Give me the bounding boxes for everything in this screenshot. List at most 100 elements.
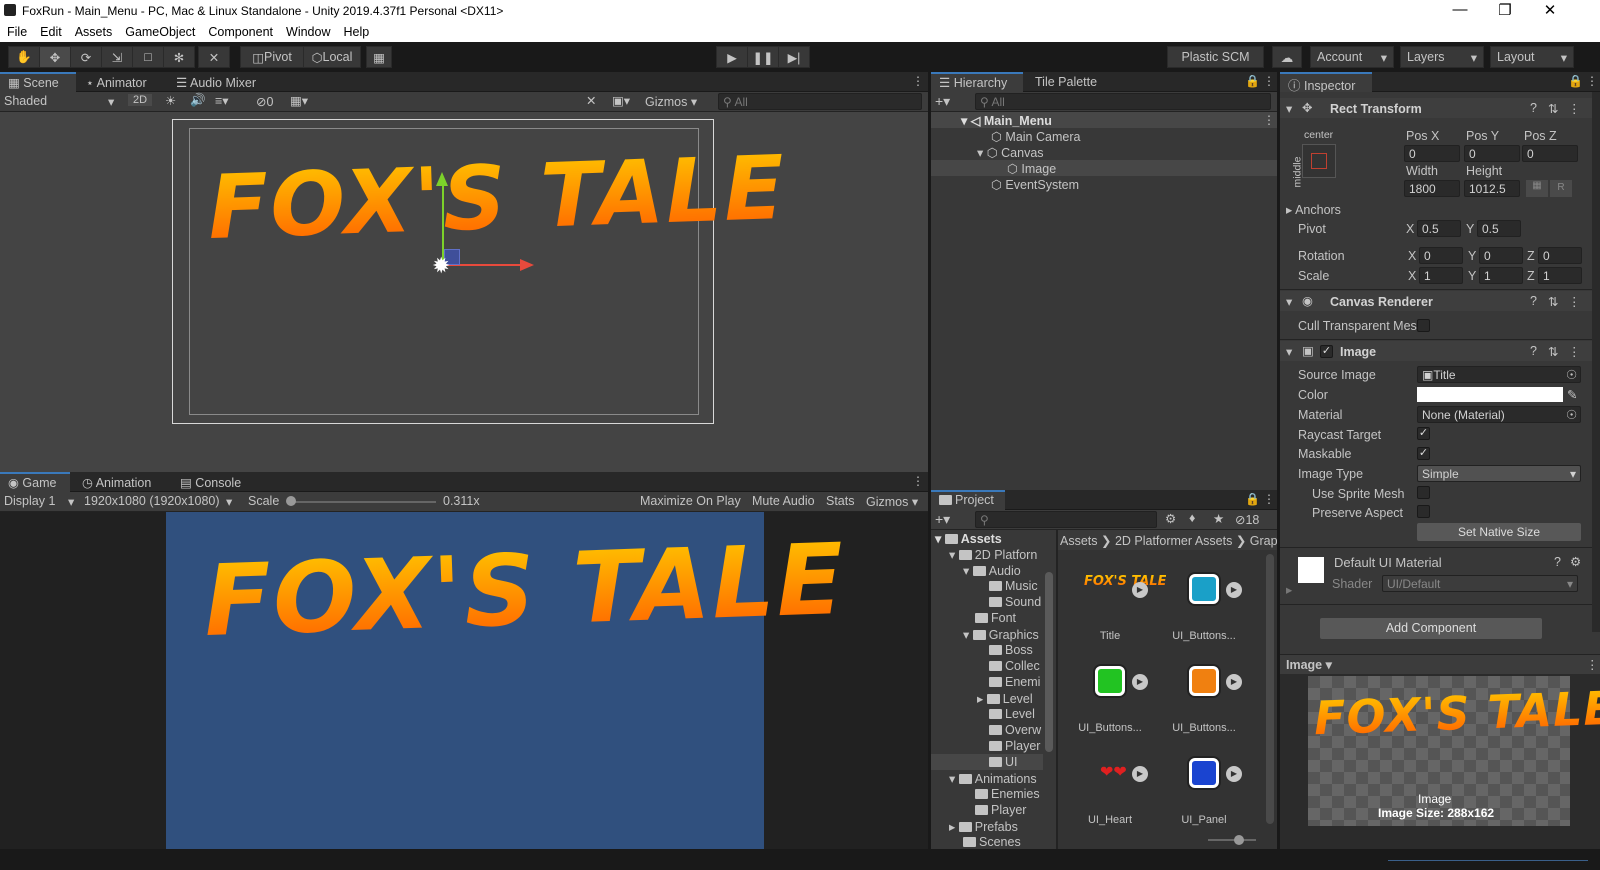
tree-item[interactable]: Enemi (989, 675, 1040, 689)
resolution-dropdown[interactable]: 1920x1080 (1920x1080) ▾ (84, 494, 238, 509)
more-icon[interactable]: ⋮ (1263, 492, 1275, 506)
minimize-icon[interactable]: — (1440, 1, 1480, 18)
help-icon[interactable]: ? (1530, 294, 1537, 308)
favorite-icon[interactable]: ★ (1213, 511, 1224, 526)
menu-edit[interactable]: Edit (33, 22, 68, 39)
rotation-z-field[interactable]: 0 (1538, 247, 1582, 264)
effects-icon[interactable]: ≡▾ (215, 93, 229, 108)
tree-item[interactable]: ▸ Prefabs (949, 819, 1018, 834)
breadcrumb-item[interactable]: Assets (1060, 534, 1098, 548)
lock-icon[interactable]: 🔒 (1245, 74, 1260, 88)
tree-item[interactable]: Level (989, 707, 1035, 721)
breadcrumb-item[interactable]: 2D Platformer Assets (1115, 534, 1232, 548)
more-icon[interactable]: ⋮ (912, 74, 924, 88)
more-icon[interactable]: ⋮ (1263, 74, 1275, 88)
gear-icon[interactable]: ⚙ (1570, 554, 1581, 569)
menu-assets[interactable]: Assets (68, 22, 119, 39)
pivot-toggle[interactable]: ◫ Pivot (240, 46, 304, 68)
material-field[interactable]: None (Material) (1417, 406, 1581, 423)
menu-gameobject[interactable]: GameObject (118, 22, 201, 39)
asset-title[interactable]: FOX'S TALE ▶ Title (1070, 570, 1166, 656)
tree-item[interactable]: Collec (989, 659, 1040, 673)
more-icon[interactable]: ⋮ (1568, 344, 1581, 359)
tree-item[interactable]: ▾ Graphics (963, 627, 1039, 642)
tree-item[interactable]: Player (975, 803, 1026, 817)
preserve-aspect-checkbox[interactable] (1417, 505, 1430, 518)
more-icon[interactable]: ⋮ (1586, 657, 1599, 672)
asset-ui-buttons[interactable]: ▶ UI_Buttons... (1070, 662, 1150, 748)
tools-icon[interactable]: ✕ (586, 93, 596, 108)
asset-ui-buttons[interactable]: ▶ UI_Buttons... (1164, 570, 1244, 656)
game-viewport[interactable]: FOX'S TALE (0, 512, 928, 849)
maximize-on-play-toggle[interactable]: Maximize On Play (640, 494, 741, 508)
hierarchy-item-eventsystem[interactable]: ⬡ EventSystem (991, 177, 1079, 192)
object-picker-icon[interactable]: ☉ (1566, 407, 1577, 422)
grid-snap-icon[interactable]: ▦ (366, 46, 392, 68)
tab-animation[interactable]: ◷ Animation (74, 472, 159, 492)
layout-dropdown[interactable]: Layout ▾ (1490, 46, 1574, 68)
rotation-y-field[interactable]: 0 (1479, 247, 1523, 264)
menu-help[interactable]: Help (336, 22, 375, 39)
mute-audio-toggle[interactable]: Mute Audio (752, 494, 815, 508)
component-header-canvas-renderer[interactable] (1280, 291, 1592, 311)
help-icon[interactable]: ? (1530, 344, 1537, 358)
help-icon[interactable]: ? (1530, 101, 1537, 115)
hidden-packages-toggle[interactable]: ⊘18 (1235, 512, 1259, 527)
menu-window[interactable]: Window (279, 22, 336, 39)
pivot-x-field[interactable]: 0.5 (1417, 220, 1461, 237)
display-dropdown[interactable]: Display 1 ▾ (4, 494, 78, 509)
play-icon[interactable]: ▶ (1132, 582, 1148, 598)
component-header-rect-transform[interactable] (1280, 98, 1592, 118)
game-gizmos-dropdown[interactable]: Gizmos ▾ (866, 494, 918, 509)
custom-tool-icon[interactable]: ✕ (198, 46, 230, 68)
object-picker-icon[interactable]: ☉ (1566, 367, 1577, 382)
presets-icon[interactable]: ⇅ (1548, 294, 1558, 309)
layers-dropdown[interactable]: Layers ▾ (1400, 46, 1484, 68)
hierarchy-item-main-menu[interactable]: ▾ ◁ Main_Menu (961, 113, 1052, 128)
close-icon[interactable]: ✕ (1530, 1, 1570, 19)
local-toggle[interactable]: ⬡ Local (303, 46, 361, 68)
presets-icon[interactable]: ⇅ (1548, 344, 1558, 359)
lighting-icon[interactable]: ☀ (165, 93, 176, 108)
hierarchy-search-input[interactable]: ⚲ All (975, 93, 1271, 110)
2d-toggle[interactable]: 2D (128, 94, 153, 106)
camera-icon[interactable]: ▣▾ (612, 93, 630, 108)
tab-audio-mixer[interactable]: ☰ Audio Mixer (168, 72, 264, 92)
scene-search-input[interactable]: ⚲ All (718, 93, 922, 110)
add-component-button[interactable]: Add Component (1320, 618, 1542, 639)
hierarchy-item-image[interactable]: ⬡ Image (1007, 161, 1056, 176)
tab-console[interactable]: ▤ Console (172, 472, 249, 492)
image-type-dropdown[interactable]: Simple ▾ (1417, 465, 1581, 482)
hand-tool-icon[interactable]: ✋ (8, 46, 40, 68)
menu-file[interactable]: File (0, 22, 33, 39)
more-icon[interactable]: ⋮ (1586, 74, 1598, 88)
hierarchy-item-main-camera[interactable]: ⬡ Main Camera (991, 129, 1080, 144)
gizmos-dropdown[interactable]: Gizmos ▾ (645, 94, 697, 109)
rotation-x-field[interactable]: 0 (1419, 247, 1463, 264)
tree-item-assets[interactable]: ▾ Assets (935, 531, 1002, 546)
pos-y-field[interactable]: 0 (1464, 145, 1520, 162)
scale-slider-track[interactable] (290, 501, 436, 503)
play-icon[interactable]: ▶ (1132, 766, 1148, 782)
presets-icon[interactable]: ⇅ (1548, 101, 1558, 116)
project-search-input[interactable]: ⚲ (975, 511, 1157, 528)
pos-z-field[interactable]: 0 (1522, 145, 1578, 162)
tab-animator[interactable]: ⋆ Animator (78, 72, 155, 92)
plastic-scm-button[interactable]: Plastic SCM (1167, 46, 1264, 68)
move-tool-icon[interactable]: ✥ (39, 46, 71, 68)
scale-y-field[interactable]: 1 (1479, 267, 1523, 284)
eyedropper-icon[interactable]: ✎ (1567, 387, 1577, 402)
audio-icon[interactable]: 🔊 (190, 93, 206, 108)
tree-item[interactable]: Enemies (975, 787, 1040, 801)
anchors-foldout[interactable]: ▸ Anchors (1286, 202, 1341, 217)
hierarchy-item-canvas[interactable]: ▾ ⬡ Canvas (977, 145, 1044, 160)
more-icon[interactable]: ⋮ (912, 474, 924, 488)
breadcrumb-item[interactable]: Grap (1250, 534, 1277, 548)
source-image-field[interactable]: ▣Title (1417, 366, 1581, 383)
more-icon[interactable]: ⋮ (1263, 113, 1275, 127)
filter-type-icon[interactable]: ⚙ (1165, 511, 1176, 526)
tree-item[interactable]: Boss (989, 643, 1033, 657)
scale-tool-icon[interactable]: ⇲ (101, 46, 133, 68)
pos-x-field[interactable]: 0 (1404, 145, 1460, 162)
create-dropdown[interactable]: +▾ (935, 511, 950, 528)
